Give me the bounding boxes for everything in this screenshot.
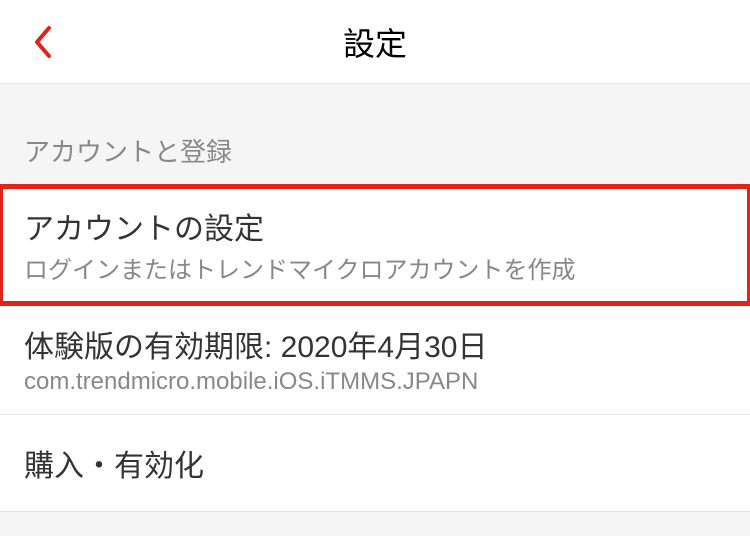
item-subtitle: com.trendmicro.mobile.iOS.iTMMS.JPAPN — [24, 368, 726, 396]
page-title: 設定 — [0, 19, 750, 65]
header-bar: 設定 — [0, 0, 750, 84]
list-item-account-settings[interactable]: アカウントの設定 ログインまたはトレンドマイクロアカウントを作成 — [0, 186, 750, 304]
item-title: 体験版の有効期限: 2020年4月30日 — [24, 322, 726, 366]
item-subtitle: ログインまたはトレンドマイクロアカウントを作成 — [24, 250, 726, 285]
item-title: 購入・有効化 — [24, 433, 726, 493]
item-title: アカウントの設定 — [24, 204, 726, 248]
list-item-purchase-activate[interactable]: 購入・有効化 — [0, 415, 750, 512]
section-header-account: アカウントと登録 — [0, 84, 750, 185]
settings-list: アカウントの設定 ログインまたはトレンドマイクロアカウントを作成 体験版の有効期… — [0, 185, 750, 512]
back-icon — [33, 26, 51, 58]
list-item-trial-expiry[interactable]: 体験版の有効期限: 2020年4月30日 com.trendmicro.mobi… — [0, 304, 750, 415]
back-button[interactable] — [20, 20, 64, 64]
